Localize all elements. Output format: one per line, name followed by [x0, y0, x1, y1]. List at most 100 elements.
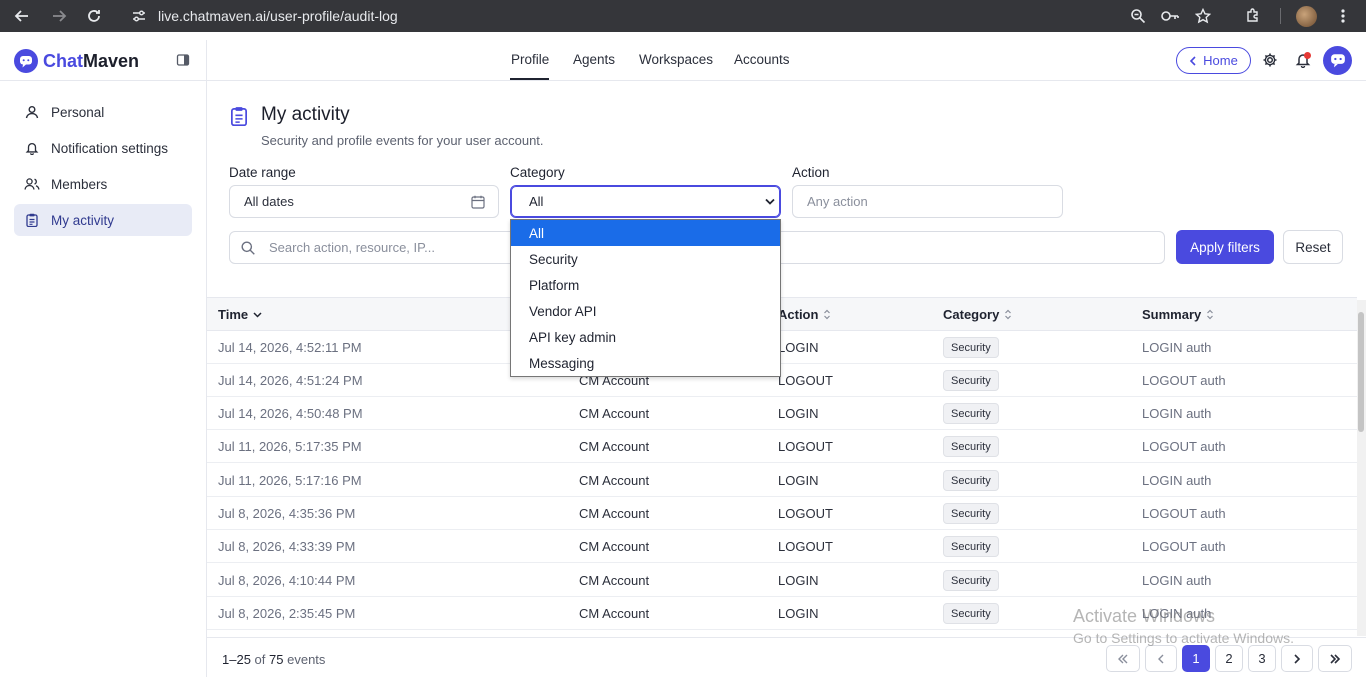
chevron-left-icon [1190, 55, 1196, 66]
row-time: Jul 14, 2026, 4:51:24 PM [218, 373, 363, 388]
table-row[interactable]: Jul 11, 2026, 5:17:35 PM CM Account LOGO… [207, 430, 1357, 463]
category-option-platform[interactable]: Platform [511, 272, 780, 298]
user-avatar[interactable] [1323, 46, 1352, 75]
row-summary: LOGIN auth [1142, 473, 1212, 488]
category-badge: Security [943, 536, 999, 557]
back-icon[interactable] [12, 6, 32, 26]
browser-profile-avatar[interactable] [1296, 6, 1317, 27]
sidebar-item-label: Notification settings [51, 140, 169, 156]
chevron-left-icon [1158, 654, 1164, 663]
row-action: LOGOUT [778, 439, 833, 454]
sidebar-collapse-icon[interactable] [176, 53, 190, 67]
row-summary: LOGOUT auth [1142, 373, 1226, 388]
column-header-category[interactable]: Category [943, 307, 1012, 322]
row-action: LOGIN [778, 406, 819, 421]
table-row[interactable]: Jul 14, 2026, 4:52:11 PM LOGIN Security … [207, 331, 1357, 364]
user-icon [24, 104, 40, 120]
date-range-input[interactable]: All dates [229, 185, 499, 218]
active-tab-indicator [510, 78, 549, 80]
next-page-button[interactable] [1281, 645, 1313, 672]
category-option-api-key-admin[interactable]: API key admin [511, 324, 780, 350]
category-option-security[interactable]: Security [511, 246, 780, 272]
category-option-messaging[interactable]: Messaging [511, 350, 780, 376]
sidebar-item-my-activity[interactable]: My activity [14, 204, 192, 236]
table-row[interactable]: Jul 8, 2026, 4:33:39 PM CM Account LOGOU… [207, 530, 1357, 563]
notification-dot [1304, 52, 1311, 59]
apply-filters-button[interactable]: Apply filters [1176, 230, 1274, 264]
category-badge: Security [943, 436, 999, 457]
row-action: LOGIN [778, 606, 819, 621]
row-summary: LOGIN auth [1142, 340, 1212, 355]
table-header: Time Action Category Summary [207, 297, 1357, 331]
browser-menu-icon[interactable] [1333, 6, 1353, 26]
page-2-button[interactable]: 2 [1215, 645, 1243, 672]
table-row[interactable]: Jul 8, 2026, 4:10:44 PM CM Account LOGIN… [207, 564, 1357, 597]
previous-page-button[interactable] [1145, 645, 1177, 672]
reset-button[interactable]: Reset [1283, 230, 1343, 264]
zoom-icon[interactable] [1128, 6, 1148, 26]
row-action: LOGOUT [778, 373, 833, 388]
tab-agents[interactable]: Agents [573, 52, 615, 67]
gear-icon[interactable] [1261, 51, 1279, 69]
column-header-summary[interactable]: Summary [1142, 307, 1214, 322]
chevron-down-icon [253, 311, 262, 318]
date-range-label: Date range [229, 165, 296, 180]
page-3-button[interactable]: 3 [1248, 645, 1276, 672]
sidebar-item-label: Personal [51, 104, 105, 120]
category-dropdown-list: All Security Platform Vendor API API key… [510, 219, 781, 377]
url-text[interactable]: live.chatmaven.ai/user-profile/audit-log [158, 8, 398, 24]
table-row[interactable]: Jul 14, 2026, 4:50:48 PM CM Account LOGI… [207, 397, 1357, 430]
bookmark-star-icon[interactable] [1193, 6, 1213, 26]
toolbar-separator [1280, 8, 1281, 24]
row-summary: LOGOUT auth [1142, 506, 1226, 521]
chat-bubble-logo-icon [14, 49, 38, 73]
table-row[interactable]: Jul 14, 2026, 4:51:24 PM CM Account LOGO… [207, 364, 1357, 397]
category-select[interactable]: All [510, 185, 781, 218]
row-resource: CM Account [579, 539, 650, 554]
column-header-action[interactable]: Action [778, 307, 831, 322]
row-action: LOGIN [778, 473, 819, 488]
table-row[interactable]: Jul 11, 2026, 5:17:16 PM CM Account LOGI… [207, 464, 1357, 497]
tab-workspaces[interactable]: Workspaces [639, 52, 713, 67]
column-header-time[interactable]: Time [218, 307, 262, 322]
site-settings-icon[interactable] [130, 7, 148, 25]
sidebar-item-notification-settings[interactable]: Notification settings [14, 132, 192, 164]
reload-icon[interactable] [84, 6, 104, 26]
category-label: Category [510, 165, 565, 180]
chevron-right-icon [1294, 653, 1301, 664]
forward-icon[interactable] [49, 6, 69, 26]
calendar-icon[interactable] [471, 195, 485, 209]
row-summary: LOGIN auth [1142, 573, 1212, 588]
search-icon [241, 241, 255, 255]
category-option-all[interactable]: All [511, 220, 780, 246]
action-input[interactable]: Any action [792, 185, 1063, 218]
sidebar-item-members[interactable]: Members [14, 168, 192, 200]
row-resource: CM Account [579, 606, 650, 621]
row-time: Jul 8, 2026, 2:35:45 PM [218, 606, 356, 621]
first-page-button[interactable] [1106, 645, 1140, 672]
action-label: Action [792, 165, 830, 180]
search-placeholder: Search action, resource, IP... [269, 240, 435, 255]
tab-accounts[interactable]: Accounts [734, 52, 790, 67]
category-badge: Security [943, 403, 999, 424]
app-logo[interactable]: ChatMaven [14, 49, 139, 73]
address-bar[interactable]: live.chatmaven.ai/user-profile/audit-log [122, 3, 1230, 29]
scrollbar-thumb[interactable] [1358, 312, 1364, 432]
table-scrollbar[interactable] [1357, 300, 1366, 636]
sidebar-item-personal[interactable]: Personal [14, 96, 192, 128]
row-summary: LOGIN auth [1142, 406, 1212, 421]
row-time: Jul 11, 2026, 5:17:35 PM [218, 439, 362, 454]
clipboard-icon [230, 106, 248, 127]
tab-profile[interactable]: Profile [511, 52, 549, 67]
extensions-icon[interactable] [1243, 6, 1263, 26]
row-time: Jul 14, 2026, 4:50:48 PM [218, 406, 363, 421]
password-key-icon[interactable] [1160, 6, 1180, 26]
chevrons-right-icon [1330, 653, 1341, 664]
category-option-vendor-api[interactable]: Vendor API [511, 298, 780, 324]
category-select-value: All [529, 194, 544, 209]
home-button[interactable]: Home [1176, 47, 1251, 74]
page-1-button[interactable]: 1 [1182, 645, 1210, 672]
browser-toolbar: live.chatmaven.ai/user-profile/audit-log [0, 0, 1366, 32]
table-row[interactable]: Jul 8, 2026, 4:35:36 PM CM Account LOGOU… [207, 497, 1357, 530]
last-page-button[interactable] [1318, 645, 1352, 672]
